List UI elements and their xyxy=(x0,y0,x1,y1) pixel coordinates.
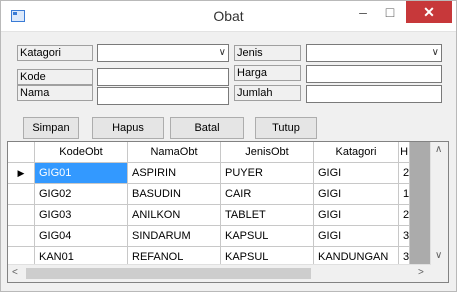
row-header[interactable] xyxy=(8,225,35,247)
jumlah-label: Jumlah xyxy=(234,85,301,101)
scroll-down-icon[interactable]: ∨ xyxy=(435,250,442,261)
kode-label: Kode xyxy=(17,69,93,85)
batal-button[interactable]: Batal xyxy=(170,117,244,139)
table-cell[interactable]: GIGI xyxy=(313,162,399,184)
hapus-button[interactable]: Hapus xyxy=(92,117,164,139)
table-header-row: KodeObt NamaObt JenisObt Katagori H xyxy=(8,142,411,163)
obat-datagrid[interactable]: KodeObt NamaObt JenisObt Katagori H ▶ GIG… xyxy=(7,141,449,283)
obat-window: Obat – □ ✕ Katagori Kode Nama ∨ Jenis Ha… xyxy=(0,0,457,292)
column-header-jenisobt[interactable]: JenisObt xyxy=(220,142,314,163)
table-cell[interactable]: GIG03 xyxy=(34,204,128,226)
harga-label: Harga xyxy=(234,65,301,81)
row-header-corner xyxy=(8,142,35,163)
column-header-namaobt[interactable]: NamaObt xyxy=(127,142,221,163)
katagori-label: Katagori xyxy=(17,45,93,61)
nama-input[interactable] xyxy=(97,87,229,105)
scroll-left-icon[interactable]: < xyxy=(12,267,18,278)
table-row[interactable]: GIG04 SINDARUM KAPSUL GIGI 3 xyxy=(8,225,411,247)
close-button[interactable]: ✕ xyxy=(406,1,452,23)
row-header[interactable] xyxy=(8,183,35,205)
horizontal-scrollbar[interactable]: < > xyxy=(8,264,431,282)
table-cell[interactable]: 1 xyxy=(398,183,411,205)
obat-table: KodeObt NamaObt JenisObt Katagori H ▶ GIG… xyxy=(8,142,411,268)
table-cell[interactable]: ANILKON xyxy=(127,204,221,226)
scrollbar-corner xyxy=(431,265,448,282)
jenis-label: Jenis xyxy=(234,45,301,61)
row-header[interactable]: ▶ xyxy=(8,162,35,184)
table-cell[interactable]: GIG04 xyxy=(34,225,128,247)
table-cell[interactable]: CAIR xyxy=(220,183,314,205)
table-cell[interactable]: GIGI xyxy=(313,225,399,247)
table-cell[interactable]: PUYER xyxy=(220,162,314,184)
minimize-button[interactable]: – xyxy=(350,1,376,23)
column-header-katagori[interactable]: Katagori xyxy=(313,142,399,163)
table-cell[interactable]: KAPSUL xyxy=(220,225,314,247)
kode-input[interactable] xyxy=(97,68,229,86)
table-cell[interactable]: 3 xyxy=(398,225,411,247)
scroll-right-icon[interactable]: > xyxy=(418,267,424,278)
chevron-down-icon[interactable]: ∨ xyxy=(219,45,226,61)
table-cell[interactable]: GIGI xyxy=(313,183,399,205)
column-header-harga[interactable]: H xyxy=(398,142,411,163)
katagori-combobox[interactable]: ∨ xyxy=(97,44,229,62)
harga-input[interactable] xyxy=(306,65,442,83)
table-row[interactable]: GIG03 ANILKON TABLET GIGI 2 xyxy=(8,204,411,226)
table-cell[interactable]: 2 xyxy=(398,162,411,184)
scroll-up-icon[interactable]: ∧ xyxy=(435,144,442,155)
table-cell[interactable]: BASUDIN xyxy=(127,183,221,205)
jenis-combobox[interactable]: ∨ xyxy=(306,44,442,62)
maximize-button[interactable]: □ xyxy=(377,1,403,23)
nama-label: Nama xyxy=(17,85,93,101)
table-cell[interactable]: GIG01 xyxy=(34,162,128,184)
chevron-down-icon[interactable]: ∨ xyxy=(432,45,439,61)
table-cell[interactable]: ASPIRIN xyxy=(127,162,221,184)
column-header-kodeobt[interactable]: KodeObt xyxy=(34,142,128,163)
horizontal-scroll-thumb[interactable] xyxy=(26,268,311,279)
table-cell[interactable]: TABLET xyxy=(220,204,314,226)
table-cell[interactable]: SINDARUM xyxy=(127,225,221,247)
row-header[interactable] xyxy=(8,204,35,226)
title-bar[interactable]: Obat – □ ✕ xyxy=(1,1,456,32)
tutup-button[interactable]: Tutup xyxy=(255,117,317,139)
jumlah-input[interactable] xyxy=(306,85,442,103)
simpan-button[interactable]: Simpan xyxy=(23,117,79,139)
vertical-scrollbar[interactable]: ∧ ∨ xyxy=(430,142,448,265)
table-cell[interactable]: GIG02 xyxy=(34,183,128,205)
table-row[interactable]: ▶ GIG01 ASPIRIN PUYER GIGI 2 xyxy=(8,162,411,184)
table-body: ▶ GIG01 ASPIRIN PUYER GIGI 2 GIG02 BASUDIN CAIR G… xyxy=(8,162,411,268)
table-cell[interactable]: GIGI xyxy=(313,204,399,226)
table-row[interactable]: GIG02 BASUDIN CAIR GIGI 1 xyxy=(8,183,411,205)
table-cell[interactable]: 2 xyxy=(398,204,411,226)
